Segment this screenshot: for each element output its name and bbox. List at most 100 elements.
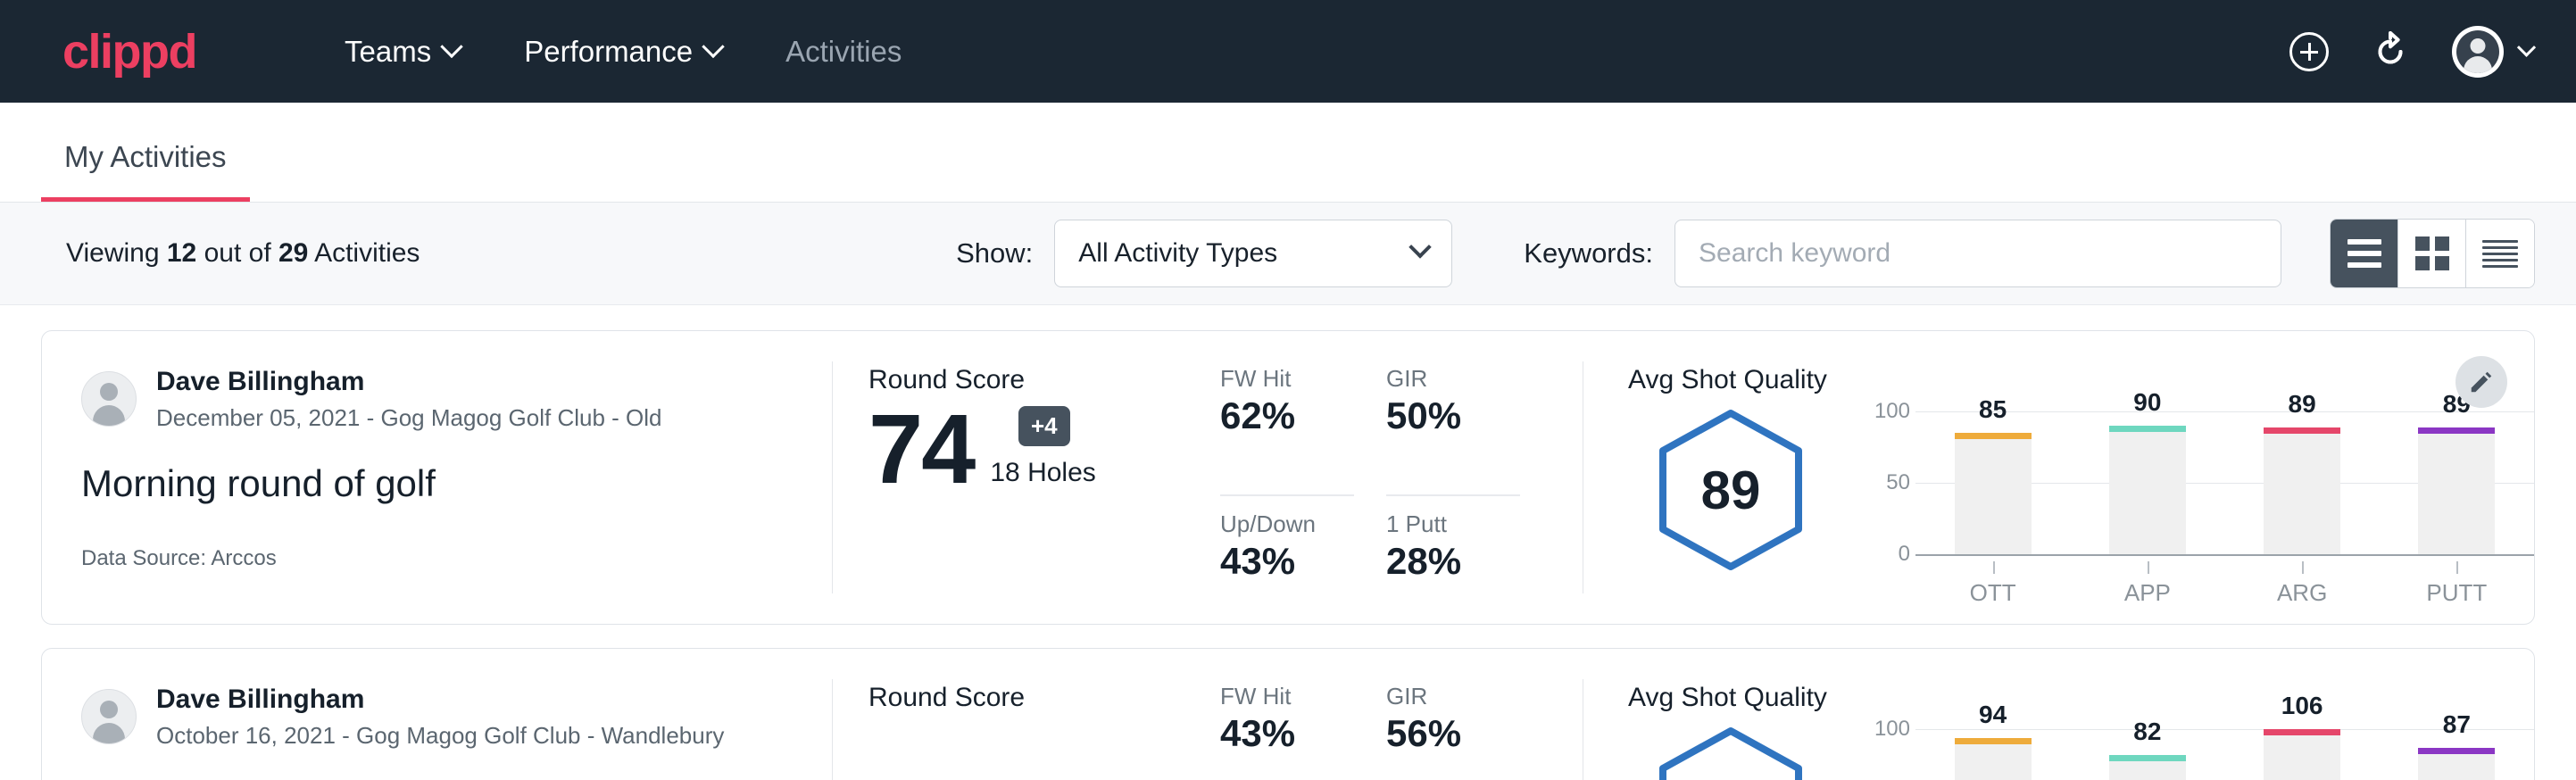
tab-strip: My Activities xyxy=(0,103,2576,203)
chevron-down-icon xyxy=(440,35,462,57)
pencil-icon xyxy=(2468,369,2495,395)
chart-plot-area: 948210687 xyxy=(1915,729,2534,780)
view-mode-toggle xyxy=(2330,219,2535,288)
stat-gir-label: GIR xyxy=(1386,683,1520,710)
chart-bar-track xyxy=(2418,427,2495,554)
chart-x-tick-app: APP xyxy=(2070,561,2224,607)
grid-view-button[interactable] xyxy=(2398,220,2466,287)
y-tick-100: 100 xyxy=(1874,399,1910,424)
account-avatar-icon xyxy=(2456,30,2499,73)
stat-fw-hit-value: 62% xyxy=(1220,394,1354,437)
activity-info: Dave Billingham October 16, 2021 - Gog M… xyxy=(42,649,832,780)
activity-author: Dave Billingham October 16, 2021 - Gog M… xyxy=(81,683,793,751)
keywords-label: Keywords: xyxy=(1524,237,1653,270)
chart-bar-value-app: 82 xyxy=(2133,718,2161,746)
player-name: Dave Billingham xyxy=(156,365,662,399)
nav-item-teams-label: Teams xyxy=(345,35,431,69)
compact-view-icon xyxy=(2482,240,2518,268)
activity-list: Dave Billingham December 05, 2021 - Gog … xyxy=(0,305,2576,780)
viewing-total: 29 xyxy=(278,238,308,268)
chart-x-tick-arg: ARG xyxy=(2225,561,2380,607)
stat-gir-value: 50% xyxy=(1386,394,1520,437)
chart-bar-track xyxy=(2418,748,2495,780)
stat-fw-hit-label: FW Hit xyxy=(1220,365,1354,393)
chart-bar-value-app: 90 xyxy=(2133,388,2161,417)
stat-up-down-value: 43% xyxy=(1220,540,1354,583)
chart-bar-app: 82 xyxy=(2070,729,2224,780)
stat-up-down: Up/Down 43% xyxy=(1220,510,1354,624)
y-tick-50: 50 xyxy=(1886,470,1910,495)
round-score-block: Round Score xyxy=(833,649,1199,780)
activity-info: Dave Billingham December 05, 2021 - Gog … xyxy=(42,331,832,624)
stat-up-down-label: Up/Down xyxy=(1220,510,1354,538)
nav-item-teams[interactable]: Teams xyxy=(312,35,492,69)
shot-quality-block: Avg Shot Quality 100 50 xyxy=(1583,649,2534,780)
chart-x-tick-putt: PUTT xyxy=(2380,561,2534,607)
viewing-prefix: Viewing xyxy=(66,238,160,268)
account-menu[interactable] xyxy=(2452,26,2533,78)
shot-quality-value xyxy=(1656,726,1806,780)
chart-bar-app: 90 xyxy=(2070,411,2224,554)
stat-fw-hit-label: FW Hit xyxy=(1220,683,1354,710)
plus-circle-icon[interactable] xyxy=(2289,32,2329,71)
activity-meta: December 05, 2021 - Gog Magog Golf Club … xyxy=(156,402,662,434)
shot-quality-hexagon xyxy=(1628,726,1833,780)
clippd-logo[interactable]: clippd xyxy=(62,28,196,76)
chart-y-axis: 100 50 0 xyxy=(1857,411,1915,554)
search-input[interactable] xyxy=(1674,220,2281,287)
shot-quality-block: Avg Shot Quality 89 100 50 xyxy=(1583,331,2534,624)
avatar-icon xyxy=(81,371,137,427)
round-stats: FW Hit 62% GIR 50% Up/Down 43% 1 Putt 28… xyxy=(1199,331,1583,624)
chart-bar-ott: 94 xyxy=(1915,729,2070,780)
viewing-count: 12 xyxy=(167,238,196,268)
round-score-badge: +4 xyxy=(1018,406,1070,446)
chart-bar-track xyxy=(1955,433,2032,554)
stat-gir-value: 56% xyxy=(1386,712,1520,755)
compact-view-button[interactable] xyxy=(2466,220,2534,287)
nav-item-performance[interactable]: Performance xyxy=(492,35,753,69)
stat-one-putt: 1 Putt 28% xyxy=(1386,510,1520,624)
chart-bar-arg: 106 xyxy=(2225,729,2380,780)
grid-view-icon xyxy=(2415,236,2449,270)
top-navigation-bar: clippd Teams Performance Activities xyxy=(0,0,2576,103)
edit-activity-button[interactable] xyxy=(2456,356,2507,408)
stat-fw-hit: FW Hit 43% xyxy=(1220,683,1354,780)
activity-card[interactable]: Dave Billingham October 16, 2021 - Gog M… xyxy=(41,648,2535,780)
stat-fw-hit: FW Hit 62% xyxy=(1220,365,1354,496)
chart-bar-cap xyxy=(2109,755,2186,761)
show-label: Show: xyxy=(956,237,1033,270)
chart-bar-track xyxy=(2264,427,2340,554)
shot-quality-chart: 100 50 0 85908989 OTTAPPARGPUTT xyxy=(1833,395,2534,607)
chevron-down-icon xyxy=(702,35,724,57)
activity-title: Morning round of golf xyxy=(81,462,793,505)
stat-gir: GIR 56% xyxy=(1386,683,1520,780)
nav-item-activities[interactable]: Activities xyxy=(753,35,934,69)
shot-quality-chart: 100 50 0 948210687 OTTAPPARGPUTT xyxy=(1833,713,2534,780)
chart-bar-cap xyxy=(1955,738,2032,744)
round-stats: FW Hit 43% GIR 56% xyxy=(1199,649,1583,780)
chart-bar-track xyxy=(2109,426,2186,554)
activity-card[interactable]: Dave Billingham December 05, 2021 - Gog … xyxy=(41,330,2535,625)
chart-bars: 85908989 xyxy=(1915,411,2534,554)
chart-bar-cap xyxy=(2264,729,2340,735)
chart-bar-value-arg: 106 xyxy=(2281,692,2323,720)
chart-x-axis: OTTAPPARGPUTT xyxy=(1915,561,2534,607)
stat-one-putt-value: 28% xyxy=(1386,540,1520,583)
list-view-icon xyxy=(2347,239,2381,268)
activity-type-select[interactable]: All Activity Types xyxy=(1054,220,1452,287)
keywords-group: Keywords: xyxy=(1524,220,2281,287)
y-tick-0: 0 xyxy=(1899,542,1910,567)
chart-bar-value-arg: 89 xyxy=(2289,390,2316,419)
stat-one-putt-label: 1 Putt xyxy=(1386,510,1520,538)
chart-bar-track xyxy=(2264,729,2340,780)
refresh-icon[interactable] xyxy=(2370,31,2411,72)
chart-bar-value-putt: 87 xyxy=(2443,710,2471,739)
list-view-button[interactable] xyxy=(2331,220,2398,287)
tab-my-activities[interactable]: My Activities xyxy=(41,140,250,202)
chart-bar-value-ott: 94 xyxy=(1979,701,2007,729)
y-tick-100: 100 xyxy=(1874,717,1910,742)
chart-bar-putt: 89 xyxy=(2380,411,2534,554)
viewing-summary: Viewing 12 out of 29 Activities xyxy=(66,238,420,269)
chart-bar-track xyxy=(1955,738,2032,780)
chart-bar-cap xyxy=(2418,748,2495,754)
